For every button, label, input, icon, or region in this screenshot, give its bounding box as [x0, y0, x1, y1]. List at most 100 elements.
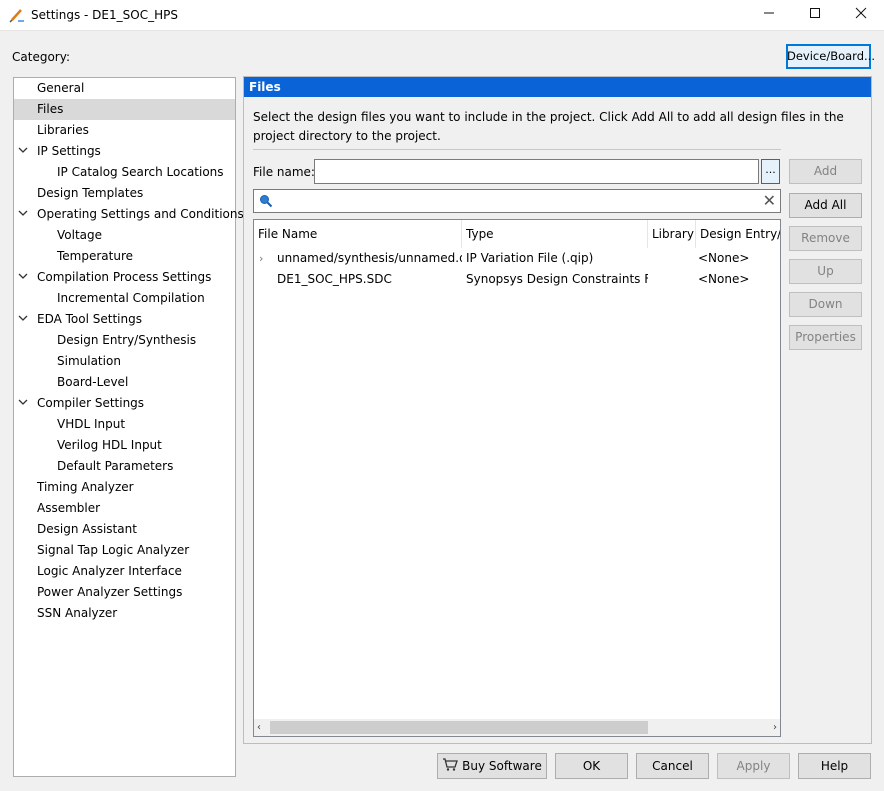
tree-item-label: Voltage — [57, 228, 103, 242]
tree-item-label: Files — [37, 102, 64, 116]
tree-item-assembler[interactable]: Assembler — [14, 498, 235, 519]
down-button[interactable]: Down — [789, 292, 862, 317]
tree-item-label: Operating Settings and Conditions — [37, 207, 244, 221]
tree-item-label: Compilation Process Settings — [37, 270, 212, 284]
tree-item-design-entry-synthesis[interactable]: Design Entry/Synthesis — [14, 330, 235, 351]
files-panel: Files Select the design files you want t… — [243, 76, 872, 744]
ok-button[interactable]: OK — [555, 753, 628, 779]
row-file-name: DE1_SOC_HPS.SDC — [277, 272, 392, 286]
maximize-icon — [810, 8, 820, 18]
window-title: Settings - DE1_SOC_HPS — [31, 8, 178, 22]
category-tree[interactable]: General Files Libraries IP Settings IP Catal… — [13, 77, 244, 777]
tree-item-logic-analyzer-interface[interactable]: Logic Analyzer Interface — [14, 561, 235, 582]
tree-item-label: Incremental Compilation — [57, 291, 205, 305]
file-name-input[interactable] — [314, 159, 759, 184]
chevron-down-icon[interactable] — [18, 267, 30, 288]
table-row[interactable]: DE1_SOC_HPS.SDC Synopsys Design Constrai… — [254, 269, 780, 290]
remove-button[interactable]: Remove — [789, 226, 862, 251]
row-type: Synopsys Design Constraints File — [466, 272, 648, 286]
tree-item-general[interactable]: General — [14, 78, 235, 99]
horizontal-scrollbar[interactable]: ‹ › — [254, 719, 780, 736]
tree-item-label: Assembler — [37, 501, 101, 515]
tree-item-label: Signal Tap Logic Analyzer — [37, 543, 190, 557]
chevron-down-icon[interactable] — [18, 309, 30, 330]
file-name-label: File name: — [253, 165, 315, 179]
properties-button[interactable]: Properties — [789, 325, 862, 350]
tree-item-default-parameters[interactable]: Default Parameters — [14, 456, 235, 477]
app-pencil-icon — [9, 7, 25, 23]
clear-search-icon[interactable]: ✕ — [763, 191, 776, 210]
chevron-down-icon[interactable] — [18, 204, 30, 225]
tree-item-label: Verilog HDL Input — [57, 438, 162, 452]
tree-item-compilation-process-settings[interactable]: Compilation Process Settings — [14, 267, 235, 288]
scroll-right-icon[interactable]: › — [773, 719, 777, 736]
column-header-library[interactable]: Library — [648, 220, 696, 248]
row-design-entry: <None> — [698, 272, 750, 286]
tree-item-label: SSN Analyzer — [37, 606, 118, 620]
tree-item-design-templates[interactable]: Design Templates — [14, 183, 235, 204]
tree-item-ip-catalog-search-locations[interactable]: IP Catalog Search Locations — [14, 162, 235, 183]
tree-item-power-analyzer-settings[interactable]: Power Analyzer Settings — [14, 582, 235, 603]
tree-item-design-assistant[interactable]: Design Assistant — [14, 519, 235, 540]
browse-button[interactable]: ... — [761, 159, 780, 184]
tree-item-libraries[interactable]: Libraries — [14, 120, 235, 141]
close-icon — [855, 7, 867, 19]
tree-item-operating-settings-and-conditions[interactable]: Operating Settings and Conditions — [14, 204, 244, 225]
tree-item-timing-analyzer[interactable]: Timing Analyzer — [14, 477, 235, 498]
minimize-button[interactable] — [746, 0, 792, 31]
tree-item-label: Compiler Settings — [37, 396, 145, 410]
tree-item-label: Design Templates — [37, 186, 144, 200]
tree-item-temperature[interactable]: Temperature — [14, 246, 235, 267]
add-button[interactable]: Add — [789, 159, 862, 184]
close-button[interactable] — [838, 0, 884, 31]
up-button[interactable]: Up — [789, 259, 862, 284]
tree-item-simulation[interactable]: Simulation — [14, 351, 235, 372]
tree-item-ssn-analyzer[interactable]: SSN Analyzer — [14, 603, 235, 624]
chevron-down-icon[interactable] — [18, 393, 30, 414]
buy-software-button[interactable]: Buy Software — [437, 753, 547, 779]
tree-item-label: Design Entry/Synthesis — [57, 333, 197, 347]
tree-item-label: Simulation — [57, 354, 121, 368]
tree-item-label: Logic Analyzer Interface — [37, 564, 182, 578]
tree-item-files[interactable]: Files — [14, 99, 235, 120]
maximize-button[interactable] — [792, 0, 838, 31]
tree-item-vhdl-input[interactable]: VHDL Input — [14, 414, 235, 435]
tree-item-signal-tap-logic-analyzer[interactable]: Signal Tap Logic Analyzer — [14, 540, 235, 561]
file-table: File Name Type Library Design Entry/S › … — [253, 219, 781, 737]
shopping-cart-icon — [442, 755, 459, 779]
search-input[interactable]: ✕ — [253, 189, 781, 213]
apply-button[interactable]: Apply — [717, 753, 790, 779]
column-header-design-entry[interactable]: Design Entry/S — [696, 220, 780, 248]
tree-item-eda-tool-settings[interactable]: EDA Tool Settings — [14, 309, 235, 330]
help-button[interactable]: Help — [798, 753, 871, 779]
chevron-down-icon[interactable] — [18, 141, 30, 162]
tree-item-label: Temperature — [57, 249, 134, 263]
tree-item-label: EDA Tool Settings — [37, 312, 142, 326]
chevron-right-icon[interactable]: › — [259, 248, 263, 269]
tree-item-board-level[interactable]: Board-Level — [14, 372, 235, 393]
row-type: IP Variation File (.qip) — [466, 251, 594, 265]
table-row[interactable]: › unnamed/synthesis/unnamed.qip IP Varia… — [254, 248, 780, 269]
add-all-button[interactable]: Add All — [789, 193, 862, 218]
tree-item-label: Libraries — [37, 123, 89, 137]
column-header-type[interactable]: Type — [462, 220, 648, 248]
device-board-button[interactable]: Device/Board... — [786, 44, 875, 69]
tree-item-label: Default Parameters — [57, 459, 174, 473]
tree-item-label: Power Analyzer Settings — [37, 585, 183, 599]
tree-item-label: IP Catalog Search Locations — [57, 165, 224, 179]
files-description: Select the design files you want to incl… — [253, 110, 844, 143]
tree-item-voltage[interactable]: Voltage — [14, 225, 235, 246]
scroll-left-icon[interactable]: ‹ — [257, 719, 261, 736]
title-bar: Settings - DE1_SOC_HPS — [0, 0, 884, 31]
cancel-button[interactable]: Cancel — [636, 753, 709, 779]
category-label: Category: — [12, 50, 70, 64]
tree-item-ip-settings[interactable]: IP Settings — [14, 141, 235, 162]
tree-item-verilog-hdl-input[interactable]: Verilog HDL Input — [14, 435, 235, 456]
buy-software-label: Buy Software — [462, 759, 542, 773]
column-header-file-name[interactable]: File Name — [254, 220, 462, 248]
tree-item-incremental-compilation[interactable]: Incremental Compilation — [14, 288, 235, 309]
tree-item-compiler-settings[interactable]: Compiler Settings — [14, 393, 235, 414]
separator — [253, 149, 781, 150]
scrollbar-thumb[interactable] — [270, 721, 648, 734]
tree-item-label: VHDL Input — [57, 417, 126, 431]
